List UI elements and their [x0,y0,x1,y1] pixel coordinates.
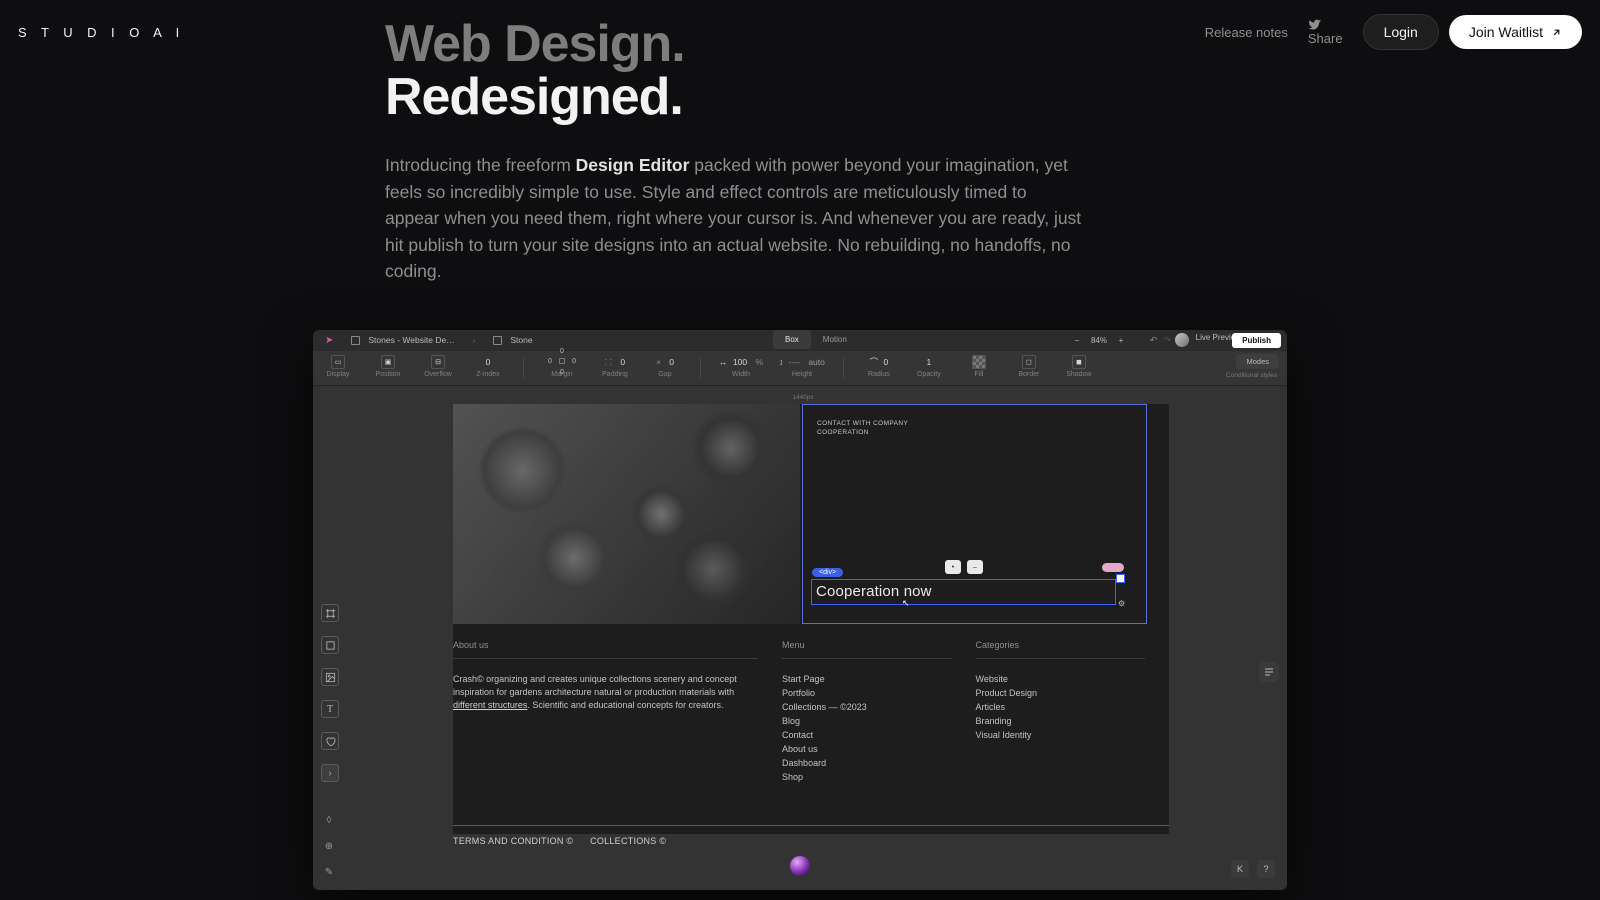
bookmark-icon[interactable]: ◊ [321,812,337,828]
footer-col2-heading: Menu [782,640,951,650]
logo: S T U D I O A I [18,25,185,40]
tab-box[interactable]: Box [773,330,811,349]
redo-button[interactable]: ↷ [1163,335,1171,346]
undo-button[interactable]: ↶ [1150,335,1158,346]
list-item[interactable]: Portfolio [782,687,951,701]
avatar[interactable] [1175,333,1189,347]
eyedropper-icon[interactable]: ✎ [321,864,337,880]
image-tool[interactable] [321,668,339,686]
height-input[interactable]: ↕ ---- auto [779,355,825,369]
conditional-styles-label: Conditional styles [1226,372,1277,379]
layers-panel-button[interactable] [1259,662,1279,682]
zoom-value: 84% [1091,336,1107,345]
resize-handle[interactable] [1116,574,1125,583]
property-bar: ▭Display ▣Position ⊟Overflow 0Z-index 00… [313,350,1287,386]
join-waitlist-button[interactable]: Join Waitlist [1449,15,1582,49]
footer-categories-list: WebsiteProduct DesignArticlesBrandingVis… [976,673,1145,743]
favorite-tool[interactable] [321,732,339,750]
list-item[interactable]: Branding [976,715,1145,729]
cursor-icon: ↖ [902,598,910,609]
card-chip-2[interactable]: – [967,560,983,574]
selection-text: Cooperation now [816,583,932,600]
hero-heading: Web Design. Redesigned. [385,18,1085,124]
list-item[interactable]: Product Design [976,687,1145,701]
zindex-input[interactable]: 0 [486,355,491,369]
canvas[interactable]: 1440px T › ◊ ⊕ ✎ CONTACT WITH COMPANYCOO… [313,386,1287,890]
footer-col1-heading: About us [453,640,758,650]
gear-icon[interactable]: ⚙ [1118,599,1127,608]
help-button[interactable]: ? [1257,860,1275,878]
opacity-input[interactable]: 1 [927,355,932,369]
list-item[interactable]: Start Page [782,673,951,687]
list-item[interactable]: Shop [782,771,951,785]
editor-topbar: ➤ Stones - Website De… › Stone Box Motio… [313,330,1287,350]
zoom-in-button[interactable]: + [1115,336,1127,345]
card-chip-1[interactable]: • [945,560,961,574]
gap-input[interactable]: × 0 [656,355,674,369]
selected-element[interactable]: <div> Cooperation now ↖ ⚙ [811,579,1116,605]
padding-input[interactable]: ⸬ 0 [605,355,625,369]
collections-link[interactable]: COLLECTIONS © [590,836,666,846]
artboard[interactable]: CONTACT WITH COMPANYCOOPERATION • – <div… [453,404,1169,834]
ruler-label: 1440px [453,394,1153,401]
hero: Web Design. Redesigned. Introducing the … [385,18,1085,285]
chevron-right-icon: › [473,336,476,345]
list-item[interactable]: About us [782,743,951,757]
list-item[interactable]: Collections — ©2023 [782,701,951,715]
modes-button[interactable]: Modes [1236,354,1279,369]
stone-image [453,404,800,624]
radius-input[interactable]: ⌒ 0 [870,355,889,369]
zoom-out-button[interactable]: − [1071,336,1083,345]
selection-tag: <div> [812,568,843,577]
footer-about-text: Crash© organizing and creates unique col… [453,673,758,712]
display-icon[interactable]: ▭ [331,355,345,369]
keyboard-shortcuts-button[interactable]: K [1231,860,1249,878]
footer-legal: TERMS AND CONDITION © COLLECTIONS © [453,836,1169,846]
tool-column-bottom: ◊ ⊕ ✎ [321,812,337,880]
list-item[interactable]: Blog [782,715,951,729]
rectangle-tool[interactable] [321,636,339,654]
frame-tool[interactable] [321,604,339,622]
tool-column: T › [321,604,339,782]
contact-card[interactable]: CONTACT WITH COMPANYCOOPERATION • – <div… [802,404,1147,624]
fill-icon[interactable] [972,355,986,369]
footer-menu-list: Start PagePortfolioCollections — ©2023Bl… [782,673,951,785]
pointer-icon[interactable]: ➤ [325,335,333,346]
editor-window: ➤ Stones - Website De… › Stone Box Motio… [313,330,1287,890]
list-item[interactable]: Visual Identity [976,729,1145,743]
list-item[interactable]: Dashboard [782,757,951,771]
login-button[interactable]: Login [1363,14,1439,50]
hero-body: Introducing the freeform Design Editor p… [385,152,1085,285]
release-notes-link[interactable]: Release notes [1205,25,1288,40]
position-icon[interactable]: ▣ [381,355,395,369]
list-item[interactable]: Articles [976,701,1145,715]
ai-orb-button[interactable] [790,856,810,876]
shadow-icon[interactable]: ◼ [1072,355,1086,369]
card-heading: CONTACT WITH COMPANYCOOPERATION [817,419,908,437]
tab-motion[interactable]: Motion [811,330,859,349]
doc-icon [351,336,360,345]
card-pill[interactable] [1102,563,1124,572]
width-input[interactable]: ↔ 100 % [719,355,763,369]
text-tool[interactable]: T [321,700,339,718]
overflow-icon[interactable]: ⊟ [431,355,445,369]
list-item[interactable]: Website [976,673,1145,687]
site-footer: About us Crash© organizing and creates u… [453,640,1169,846]
arrow-up-right-icon [1551,27,1562,38]
zoom-controls: − 84% + [1071,330,1127,350]
share-link[interactable]: Share [1308,18,1343,46]
list-item[interactable]: Contact [782,729,951,743]
footer-link-structures[interactable]: different structures [453,700,527,710]
margin-input[interactable]: 00 00 [549,355,575,369]
breadcrumb-project[interactable]: Stones - Website De… [351,335,454,345]
breadcrumb-page[interactable]: Stone [493,335,532,345]
publish-button[interactable]: Publish [1232,333,1281,348]
border-icon[interactable]: ◻ [1022,355,1036,369]
page-icon [493,336,502,345]
footer-col3-heading: Categories [976,640,1145,650]
globe-icon[interactable]: ⊕ [321,838,337,854]
more-tools[interactable]: › [321,764,339,782]
twitter-icon [1308,18,1321,31]
terms-link[interactable]: TERMS AND CONDITION © [453,836,573,846]
